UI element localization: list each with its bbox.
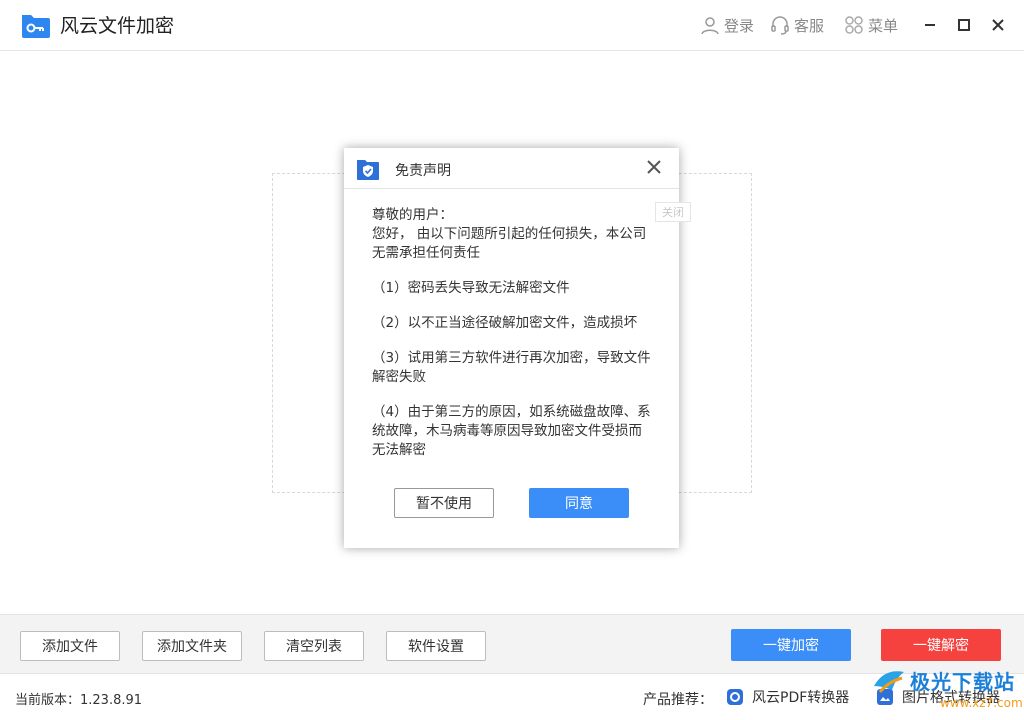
- dialog-intro: 您好， 由以下问题所引起的任何损失，本公司无需承担任何责任: [372, 226, 647, 261]
- disclaimer-item-4: （4）由于第三方的原因，如系统磁盘故障、系统故障，木马病毒等原因导致加密文件受损…: [372, 404, 651, 458]
- watermark-logo-icon: [874, 671, 904, 693]
- minimize-icon: [925, 24, 935, 26]
- settings-button[interactable]: 软件设置: [386, 631, 486, 661]
- headset-icon: [771, 16, 789, 35]
- encrypt-all-button[interactable]: 一键加密: [731, 629, 851, 661]
- disclaimer-item-3: （3）试用第三方软件进行再次加密，导致文件解密失败: [372, 350, 651, 385]
- close-icon: [647, 160, 661, 174]
- decrypt-all-button[interactable]: 一键解密: [881, 629, 1001, 661]
- add-folder-button[interactable]: 添加文件夹: [142, 631, 242, 661]
- watermark-url: www.xz7.com: [940, 696, 1023, 710]
- disclaimer-dialog: 免责声明 尊敬的用户： 您好， 由以下问题所引起的任何损失，本公司无需承担任何责…: [344, 148, 679, 548]
- disclaimer-item-1: （1）密码丢失导致无法解密文件: [372, 280, 570, 296]
- dialog-body: 尊敬的用户： 您好， 由以下问题所引起的任何损失，本公司无需承担任何责任 （1）…: [372, 206, 652, 460]
- customer-service-button[interactable]: 客服: [770, 13, 824, 37]
- service-label: 客服: [794, 16, 825, 35]
- watermark-text: 极光下载站: [910, 670, 1015, 694]
- menu-button[interactable]: 菜单: [844, 13, 898, 37]
- app-logo-icon: [22, 15, 50, 38]
- disclaimer-item-2: （2）以不正当途径破解加密文件，造成损坏: [372, 315, 638, 331]
- maximize-button[interactable]: [953, 13, 975, 37]
- login-label: 登录: [724, 16, 755, 35]
- menu-label: 菜单: [868, 16, 899, 35]
- not-now-button[interactable]: 暂不使用: [394, 488, 494, 518]
- close-icon: [992, 19, 1004, 31]
- clear-list-button[interactable]: 清空列表: [264, 631, 364, 661]
- dialog-greeting: 尊敬的用户：: [372, 207, 453, 223]
- login-button[interactable]: 登录: [700, 13, 754, 37]
- site-watermark: 极光下载站 www.xz7.com: [870, 666, 1023, 716]
- title-bar: 风云文件加密 登录 客服 菜单: [0, 0, 1024, 51]
- dialog-title: 免责声明: [395, 163, 451, 179]
- bottom-toolbar: 添加文件 添加文件夹 清空列表 软件设置 一键加密 一键解密: [0, 614, 1024, 674]
- pdf-converter-icon: [727, 689, 743, 705]
- recommend-label: 产品推荐：: [643, 692, 713, 708]
- rec-pdf-label: 风云PDF转换器: [752, 690, 850, 706]
- grid-menu-icon: [845, 16, 863, 34]
- rec-pdf-converter-link[interactable]: 风云PDF转换器: [726, 686, 849, 708]
- maximize-icon: [958, 19, 970, 31]
- dialog-close-button[interactable]: [644, 157, 664, 177]
- version-text: 当前版本：1.23.8.91: [15, 693, 143, 708]
- minimize-button[interactable]: [919, 13, 941, 37]
- close-tooltip: 关闭: [655, 202, 691, 222]
- add-file-button[interactable]: 添加文件: [20, 631, 120, 661]
- close-window-button[interactable]: [987, 13, 1009, 37]
- shield-folder-icon: [357, 160, 379, 180]
- agree-button[interactable]: 同意: [529, 488, 629, 518]
- dialog-header: 免责声明: [344, 148, 679, 189]
- user-icon: [701, 17, 719, 35]
- app-title: 风云文件加密: [60, 15, 175, 37]
